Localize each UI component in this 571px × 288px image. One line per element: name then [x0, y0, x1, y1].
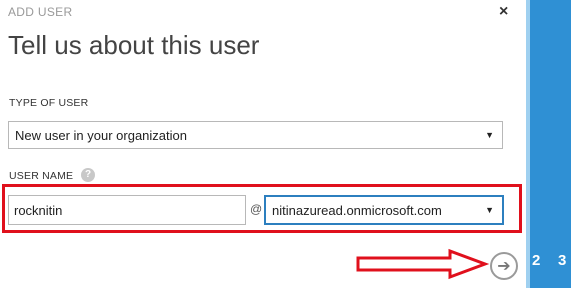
add-user-dialog: ADD USER × Tell us about this user TYPE … [0, 0, 526, 288]
wizard-step-rail: 2 3 [526, 0, 571, 288]
user-name-label: USER NAME [9, 170, 74, 182]
next-button[interactable]: ➔ [490, 252, 518, 280]
dialog-header: ADD USER [8, 5, 73, 19]
type-of-user-select[interactable]: New user in your organization ▼ [8, 121, 503, 149]
help-icon[interactable]: ? [81, 168, 95, 182]
type-of-user-value: New user in your organization [15, 127, 187, 143]
domain-value: nitinazuread.onmicrosoft.com [272, 202, 442, 218]
step-3-indicator[interactable]: 3 [558, 252, 566, 269]
close-icon[interactable]: × [499, 3, 508, 21]
step-2-indicator[interactable]: 2 [532, 252, 540, 269]
chevron-down-icon: ▼ [485, 130, 494, 140]
type-of-user-label: TYPE OF USER [9, 97, 89, 109]
at-symbol: @ [250, 202, 263, 216]
user-name-input[interactable]: rocknitin [8, 195, 246, 225]
chevron-down-icon: ▼ [485, 205, 494, 215]
arrow-right-icon: ➔ [497, 258, 511, 275]
annotation-arrow [356, 248, 490, 280]
rail-highlight-strip [526, 0, 530, 288]
page-title: Tell us about this user [8, 30, 260, 60]
domain-select[interactable]: nitinazuread.onmicrosoft.com ▼ [264, 195, 504, 225]
